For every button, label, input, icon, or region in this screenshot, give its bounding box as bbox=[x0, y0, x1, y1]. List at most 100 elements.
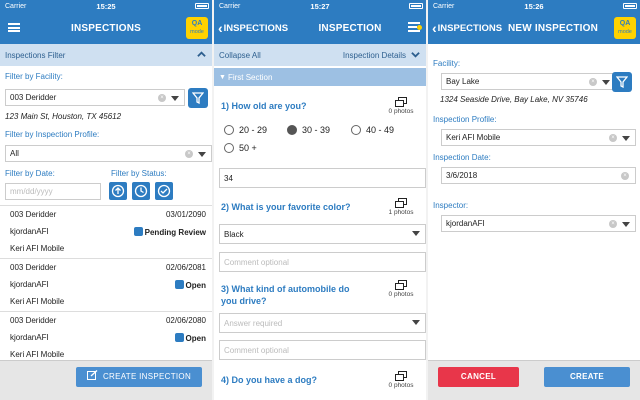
qa-mode-badge[interactable]: QA mode bbox=[614, 17, 636, 39]
divider bbox=[0, 205, 212, 206]
battery-icon bbox=[195, 3, 209, 9]
color-select[interactable]: Black bbox=[219, 224, 426, 244]
photos-icon bbox=[395, 198, 407, 208]
facility-label: Facility: bbox=[433, 59, 461, 68]
edit-icon bbox=[86, 370, 98, 380]
comment-placeholder: Comment optional bbox=[224, 257, 289, 267]
funnel-icon bbox=[192, 92, 204, 104]
qa-mode-badge[interactable]: QA mode bbox=[186, 17, 208, 39]
status-pending-button[interactable] bbox=[132, 182, 150, 200]
radio-option[interactable]: 20 - 29 bbox=[224, 125, 267, 135]
clock: 15:26 bbox=[524, 1, 544, 11]
radio-option[interactable]: 50 + bbox=[224, 143, 257, 153]
answer-field[interactable]: 34 bbox=[219, 168, 426, 188]
photos-button[interactable]: 0 photos bbox=[386, 371, 416, 389]
open-status-icon bbox=[174, 333, 184, 342]
photos-icon bbox=[395, 280, 407, 290]
create-button[interactable]: CREATE bbox=[544, 367, 630, 387]
facility-filter-button[interactable] bbox=[612, 72, 632, 92]
date-input[interactable]: mm/dd/yyyy bbox=[5, 183, 101, 200]
radio-option[interactable]: 40 - 49 bbox=[351, 125, 394, 135]
back-label: INSPECTIONS bbox=[437, 22, 503, 34]
row-profile: Keri AFI Mobile bbox=[10, 297, 65, 306]
inspector-select[interactable]: kjordanAFI × bbox=[441, 215, 636, 232]
status-bar: Carrier 15:27 bbox=[214, 0, 426, 12]
radio-circle bbox=[224, 125, 234, 135]
facility-select[interactable]: Bay Lake × bbox=[441, 73, 616, 90]
status-bar: Carrier 15:25 bbox=[0, 0, 212, 12]
radio-option-selected[interactable]: 30 - 39 bbox=[287, 125, 330, 135]
status-open-button[interactable] bbox=[109, 182, 127, 200]
comment-field[interactable]: Comment optional bbox=[219, 340, 426, 360]
funnel-icon bbox=[616, 76, 628, 88]
new-inspection-screen: Carrier 15:26 ‹ INSPECTIONS NEW INSPECTIO… bbox=[428, 0, 640, 400]
chevron-down-icon[interactable] bbox=[411, 50, 420, 59]
clear-icon[interactable]: × bbox=[609, 220, 617, 228]
question-1: 1) How old are you? bbox=[221, 101, 307, 111]
answer-placeholder: Answer required bbox=[224, 318, 283, 328]
row-user: kjordanAFI bbox=[10, 333, 49, 342]
photos-button[interactable]: 0 photos bbox=[386, 280, 416, 298]
row-user: kjordanAFI bbox=[10, 227, 49, 236]
profile-select[interactable]: All × bbox=[5, 145, 212, 162]
row-date: 02/06/2081 bbox=[165, 263, 206, 272]
collapse-all-button[interactable]: Collapse All bbox=[219, 51, 261, 60]
row-profile: Keri AFI Mobile bbox=[10, 350, 65, 359]
photos-button[interactable]: 1 photos bbox=[386, 198, 416, 216]
radio-circle bbox=[351, 125, 361, 135]
row-status-label: Open bbox=[185, 281, 206, 290]
clock: 15:27 bbox=[310, 1, 330, 11]
section-header[interactable]: ▼ First Section bbox=[214, 68, 426, 86]
facility-filter-label: Filter by Facility: bbox=[5, 72, 63, 81]
radio-label: 20 - 29 bbox=[239, 125, 268, 135]
row-facility: 003 Deridder bbox=[10, 263, 57, 272]
facility-select[interactable]: 003 Deridder × bbox=[5, 89, 185, 106]
page-title: INSPECTION bbox=[318, 22, 382, 34]
chevron-up-icon[interactable] bbox=[197, 50, 206, 59]
clock: 15:25 bbox=[96, 1, 116, 11]
question-3: 3) What kind of automobile do you drive? bbox=[221, 283, 350, 307]
date-value: 3/6/2018 bbox=[446, 171, 478, 180]
clear-icon[interactable]: × bbox=[621, 172, 629, 180]
cancel-button[interactable]: CANCEL bbox=[438, 367, 519, 387]
clear-icon[interactable]: × bbox=[185, 150, 193, 158]
row-date: 02/06/2080 bbox=[165, 316, 206, 325]
question-3-line-2: you drive? bbox=[221, 296, 267, 306]
filter-header[interactable]: Inspections Filter bbox=[0, 44, 212, 66]
inspection-details-button[interactable]: Inspection Details bbox=[343, 51, 406, 60]
inspection-toolbar: Collapse All Inspection Details bbox=[214, 44, 426, 66]
comment-field[interactable]: Comment optional bbox=[219, 252, 426, 272]
create-inspection-button[interactable]: CREATE INSPECTION bbox=[76, 367, 202, 387]
clear-icon[interactable]: × bbox=[609, 134, 617, 142]
radio-label: 50 + bbox=[239, 143, 257, 153]
profile-select[interactable]: Keri AFI Mobile × bbox=[441, 129, 636, 146]
profile-select-value: All bbox=[10, 149, 19, 158]
inspection-screen: Carrier 15:27 ‹ INSPECTIONS INSPECTION Co… bbox=[214, 0, 426, 400]
chevron-left-icon: ‹ bbox=[432, 20, 437, 36]
clear-icon[interactable]: × bbox=[158, 94, 166, 102]
section-toggle-icon: ▼ bbox=[219, 73, 226, 81]
date-input[interactable]: 3/6/2018 × bbox=[441, 167, 636, 184]
row-profile: Keri AFI Mobile bbox=[10, 244, 65, 253]
facility-select-value: 003 Deridder bbox=[10, 93, 57, 102]
dropdown-arrow-icon bbox=[412, 231, 420, 236]
bottom-toolbar: CANCEL CREATE bbox=[428, 360, 640, 400]
radio-circle bbox=[224, 143, 234, 153]
profile-select-value: Keri AFI Mobile bbox=[446, 133, 501, 142]
dropdown-arrow-icon bbox=[412, 320, 420, 325]
profile-filter-label: Filter by Inspection Profile: bbox=[5, 130, 100, 139]
dropdown-arrow-icon bbox=[602, 80, 610, 85]
dropdown-arrow-icon bbox=[622, 136, 630, 141]
checklist-icon[interactable] bbox=[408, 22, 422, 33]
comment-placeholder: Comment optional bbox=[224, 345, 289, 355]
qa-mode-label: mode bbox=[618, 28, 632, 35]
question-3-line-1: 3) What kind of automobile do bbox=[221, 284, 350, 294]
date-filter-label: Filter by Date: bbox=[5, 169, 55, 178]
photos-button[interactable]: 0 photos bbox=[386, 97, 416, 115]
status-closed-button[interactable] bbox=[155, 182, 173, 200]
automobile-select[interactable]: Answer required bbox=[219, 313, 426, 333]
clear-icon[interactable]: × bbox=[589, 78, 597, 86]
back-button[interactable]: ‹ INSPECTIONS bbox=[432, 20, 502, 36]
apply-filter-button[interactable] bbox=[188, 88, 208, 108]
inspections-list-screen: Carrier 15:25 INSPECTIONS QA mode Inspect… bbox=[0, 0, 212, 400]
